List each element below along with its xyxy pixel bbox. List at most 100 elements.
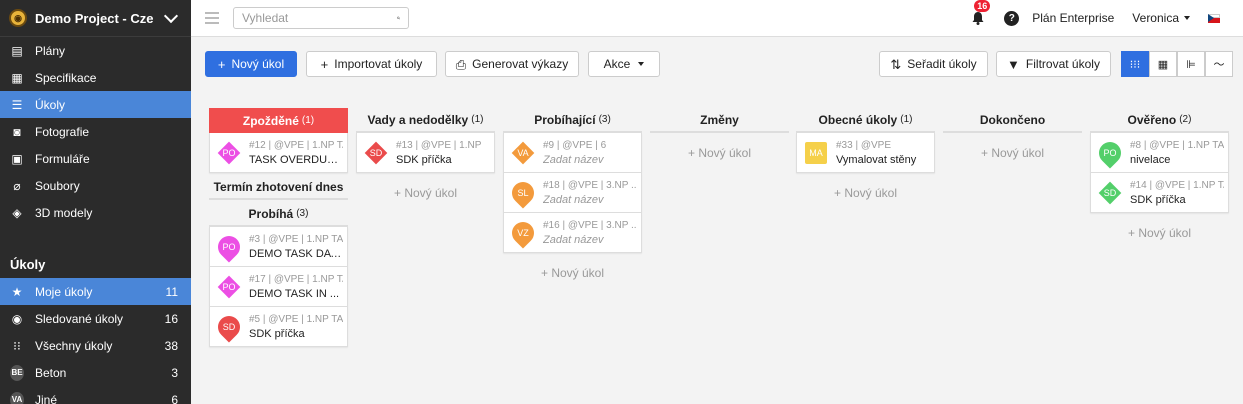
nav-item-label: Fotografie xyxy=(35,124,90,139)
chevron-down-icon xyxy=(163,8,179,23)
camera-icon: ◙ xyxy=(13,124,21,139)
column-changes: Změny + Nový úkol xyxy=(650,108,789,172)
sort-tasks-label: Seřadit úkoly xyxy=(907,57,977,71)
task-marker-diamond-icon: SD xyxy=(1099,182,1121,204)
task-meta: #33 | @VPE xyxy=(836,139,891,151)
nav-item-count: 38 xyxy=(164,338,178,353)
column-header: Obecné úkoly (1) xyxy=(796,108,935,133)
nav-item-files[interactable]: ⌀ Soubory xyxy=(0,172,191,199)
nav-item-label: Specifikace xyxy=(35,70,97,85)
task-marker-pin-icon: SD xyxy=(218,316,240,338)
task-marker-pin-icon: PO xyxy=(218,236,240,258)
tasks-icon: ☰ xyxy=(11,97,23,112)
task-card[interactable]: VA #9 | @VPE | 6 Zadat název xyxy=(503,133,642,173)
nav-item-3d-models[interactable]: ◈ 3D modely xyxy=(0,199,191,226)
nav-item-tasks[interactable]: ☰ Úkoly xyxy=(0,91,191,118)
nav-item-my-tasks[interactable]: ★ Moje úkoly 11 xyxy=(0,278,191,305)
actions-dropdown[interactable]: Akce xyxy=(588,51,660,77)
project-switcher[interactable]: ◉ Demo Project - Cze... xyxy=(0,0,191,37)
avatar: BE xyxy=(10,364,24,381)
task-card[interactable]: SL #18 | @VPE | 3.NP ... Zadat název xyxy=(503,173,642,213)
filter-icon: ▼ xyxy=(1007,56,1020,72)
nav-item-forms[interactable]: ▣ Formuláře xyxy=(0,145,191,172)
nav-item-all-tasks[interactable]: ⁝⁝ Všechny úkoly 38 xyxy=(0,332,191,359)
sidebar: ◉ Demo Project - Cze... ▤ Plány ▦ Specif… xyxy=(0,0,191,404)
task-card[interactable]: PO #8 | @VPE | 1.NP TASK nivelace xyxy=(1090,133,1229,173)
nav-item-label: Formuláře xyxy=(35,151,90,166)
column-header: Dokončeno xyxy=(943,108,1082,133)
task-meta: #18 | @VPE | 3.NP ... xyxy=(543,179,637,191)
sort-tasks-button[interactable]: ⇅ Seřadit úkoly xyxy=(879,51,988,77)
task-card[interactable]: SD #13 | @VPE | 1.NP SDK příčka xyxy=(356,133,495,173)
board-view-button[interactable]: ⁝⁝⁝ xyxy=(1121,51,1149,77)
task-card[interactable]: PO #12 | @VPE | 1.NP TASK O TASK OVERDUE … xyxy=(209,133,348,173)
nav-item-label: Moje úkoly xyxy=(35,284,93,299)
task-card[interactable]: VZ #16 | @VPE | 3.NP ... Zadat název xyxy=(503,213,642,253)
eye-icon: ◉ xyxy=(11,311,23,326)
nav-item-label: Jiné xyxy=(35,392,58,404)
task-card[interactable]: MA #33 | @VPE Vymalovat stěny xyxy=(796,133,935,173)
add-task-link[interactable]: + Nový úkol xyxy=(503,253,642,292)
column-verified: Ověřeno(2) PO #8 | @VPE | 1.NP TASK nivel… xyxy=(1090,108,1229,252)
nav-item-other[interactable]: VA Jiné 6 xyxy=(0,386,191,404)
nav-item-beton[interactable]: BE Beton 3 xyxy=(0,359,191,386)
generate-reports-button[interactable]: ⎙ Generovat výkazy xyxy=(445,51,579,77)
notifications-button[interactable]: 16 xyxy=(970,0,991,26)
search-box[interactable] xyxy=(233,7,409,29)
column-in-progress: Probíhající (3) VA #9 | @VPE | 6 Zadat náz… xyxy=(503,108,642,292)
filter-tasks-button[interactable]: ▼ Filtrovat úkoly xyxy=(996,51,1111,77)
nav-item-label: Úkoly xyxy=(35,97,66,112)
task-meta: #17 | @VPE | 1.NP TASK xyxy=(249,273,343,285)
task-title: Vymalovat stěny xyxy=(836,153,917,166)
nav-item-label: Všechny úkoly xyxy=(35,338,113,353)
add-task-link[interactable]: + Nový úkol xyxy=(650,133,789,172)
star-icon: ★ xyxy=(11,284,23,299)
czech-flag-icon[interactable] xyxy=(1208,13,1220,23)
add-task-link[interactable]: + Nový úkol xyxy=(356,173,495,212)
nav-item-photos[interactable]: ◙ Fotografie xyxy=(0,118,191,145)
gantt-view-button[interactable]: ⊫ xyxy=(1177,51,1205,77)
nav-item-label: 3D modely xyxy=(35,205,93,220)
project-logo-icon: ◉ xyxy=(9,9,27,27)
search-input[interactable] xyxy=(242,11,397,25)
task-marker-diamond-icon: PO xyxy=(218,142,240,164)
task-meta: #8 | @VPE | 1.NP TASK xyxy=(1130,139,1224,151)
task-card[interactable]: SD #14 | @VPE | 1.NP TASK SDK příčka xyxy=(1090,173,1229,213)
user-menu[interactable]: Veronica xyxy=(1132,11,1190,25)
nav-item-label: Plány xyxy=(35,43,66,58)
task-marker-pin-icon: SL xyxy=(512,182,534,204)
column-defects: Vady a nedodělky (1) SD #13 | @VPE | 1.NP… xyxy=(356,108,495,212)
task-title: DEMO TASK DATE xyxy=(249,247,343,260)
new-task-label: Nový úkol xyxy=(231,57,285,71)
task-card[interactable]: PO #17 | @VPE | 1.NP TASK DEMO TASK IN ..… xyxy=(209,267,348,307)
nav-item-label: Sledované úkoly xyxy=(35,311,124,326)
top-bar: 16 ? Plán Enterprise Veronica xyxy=(191,0,1243,37)
task-meta: #9 | @VPE | 6 xyxy=(543,139,607,151)
task-title-placeholder: Zadat název xyxy=(543,233,604,246)
new-task-button[interactable]: + Nový úkol xyxy=(205,51,297,77)
grid-icon: ⁝⁝ xyxy=(13,338,21,353)
task-card[interactable]: SD #5 | @VPE | 1.NP TASK SDK příčka xyxy=(209,307,348,347)
generate-reports-label: Generovat výkazy xyxy=(472,57,569,71)
plan-link[interactable]: Plán Enterprise xyxy=(1032,11,1114,25)
import-tasks-button[interactable]: + Importovat úkoly xyxy=(306,51,437,77)
add-task-link[interactable]: + Nový úkol xyxy=(943,133,1082,172)
nav-item-plans[interactable]: ▤ Plány xyxy=(0,37,191,64)
sort-icon: ⇅ xyxy=(890,56,902,72)
nav-item-specification[interactable]: ▦ Specifikace xyxy=(0,64,191,91)
task-title: DEMO TASK IN ... xyxy=(249,287,340,300)
menu-icon[interactable] xyxy=(205,9,219,27)
help-icon[interactable]: ? xyxy=(1004,10,1020,26)
user-name: Veronica xyxy=(1132,11,1179,25)
tasks-section-title: Úkoly xyxy=(10,257,46,272)
task-marker-diamond-icon: VA xyxy=(512,142,534,164)
task-title: SDK příčka xyxy=(396,153,452,166)
task-card[interactable]: PO #3 | @VPE | 1.NP TASK D DEMO TASK DATE xyxy=(209,227,348,267)
calendar-icon: ▦ xyxy=(1157,58,1169,71)
add-task-link[interactable]: + Nový úkol xyxy=(1090,213,1229,252)
calendar-view-button[interactable]: ▦ xyxy=(1149,51,1177,77)
nav-item-watched-tasks[interactable]: ◉ Sledované úkoly 16 xyxy=(0,305,191,332)
search-icon[interactable] xyxy=(397,12,400,24)
add-task-link[interactable]: + Nový úkol xyxy=(796,173,935,212)
chart-view-button[interactable]: 〜 xyxy=(1205,51,1233,77)
